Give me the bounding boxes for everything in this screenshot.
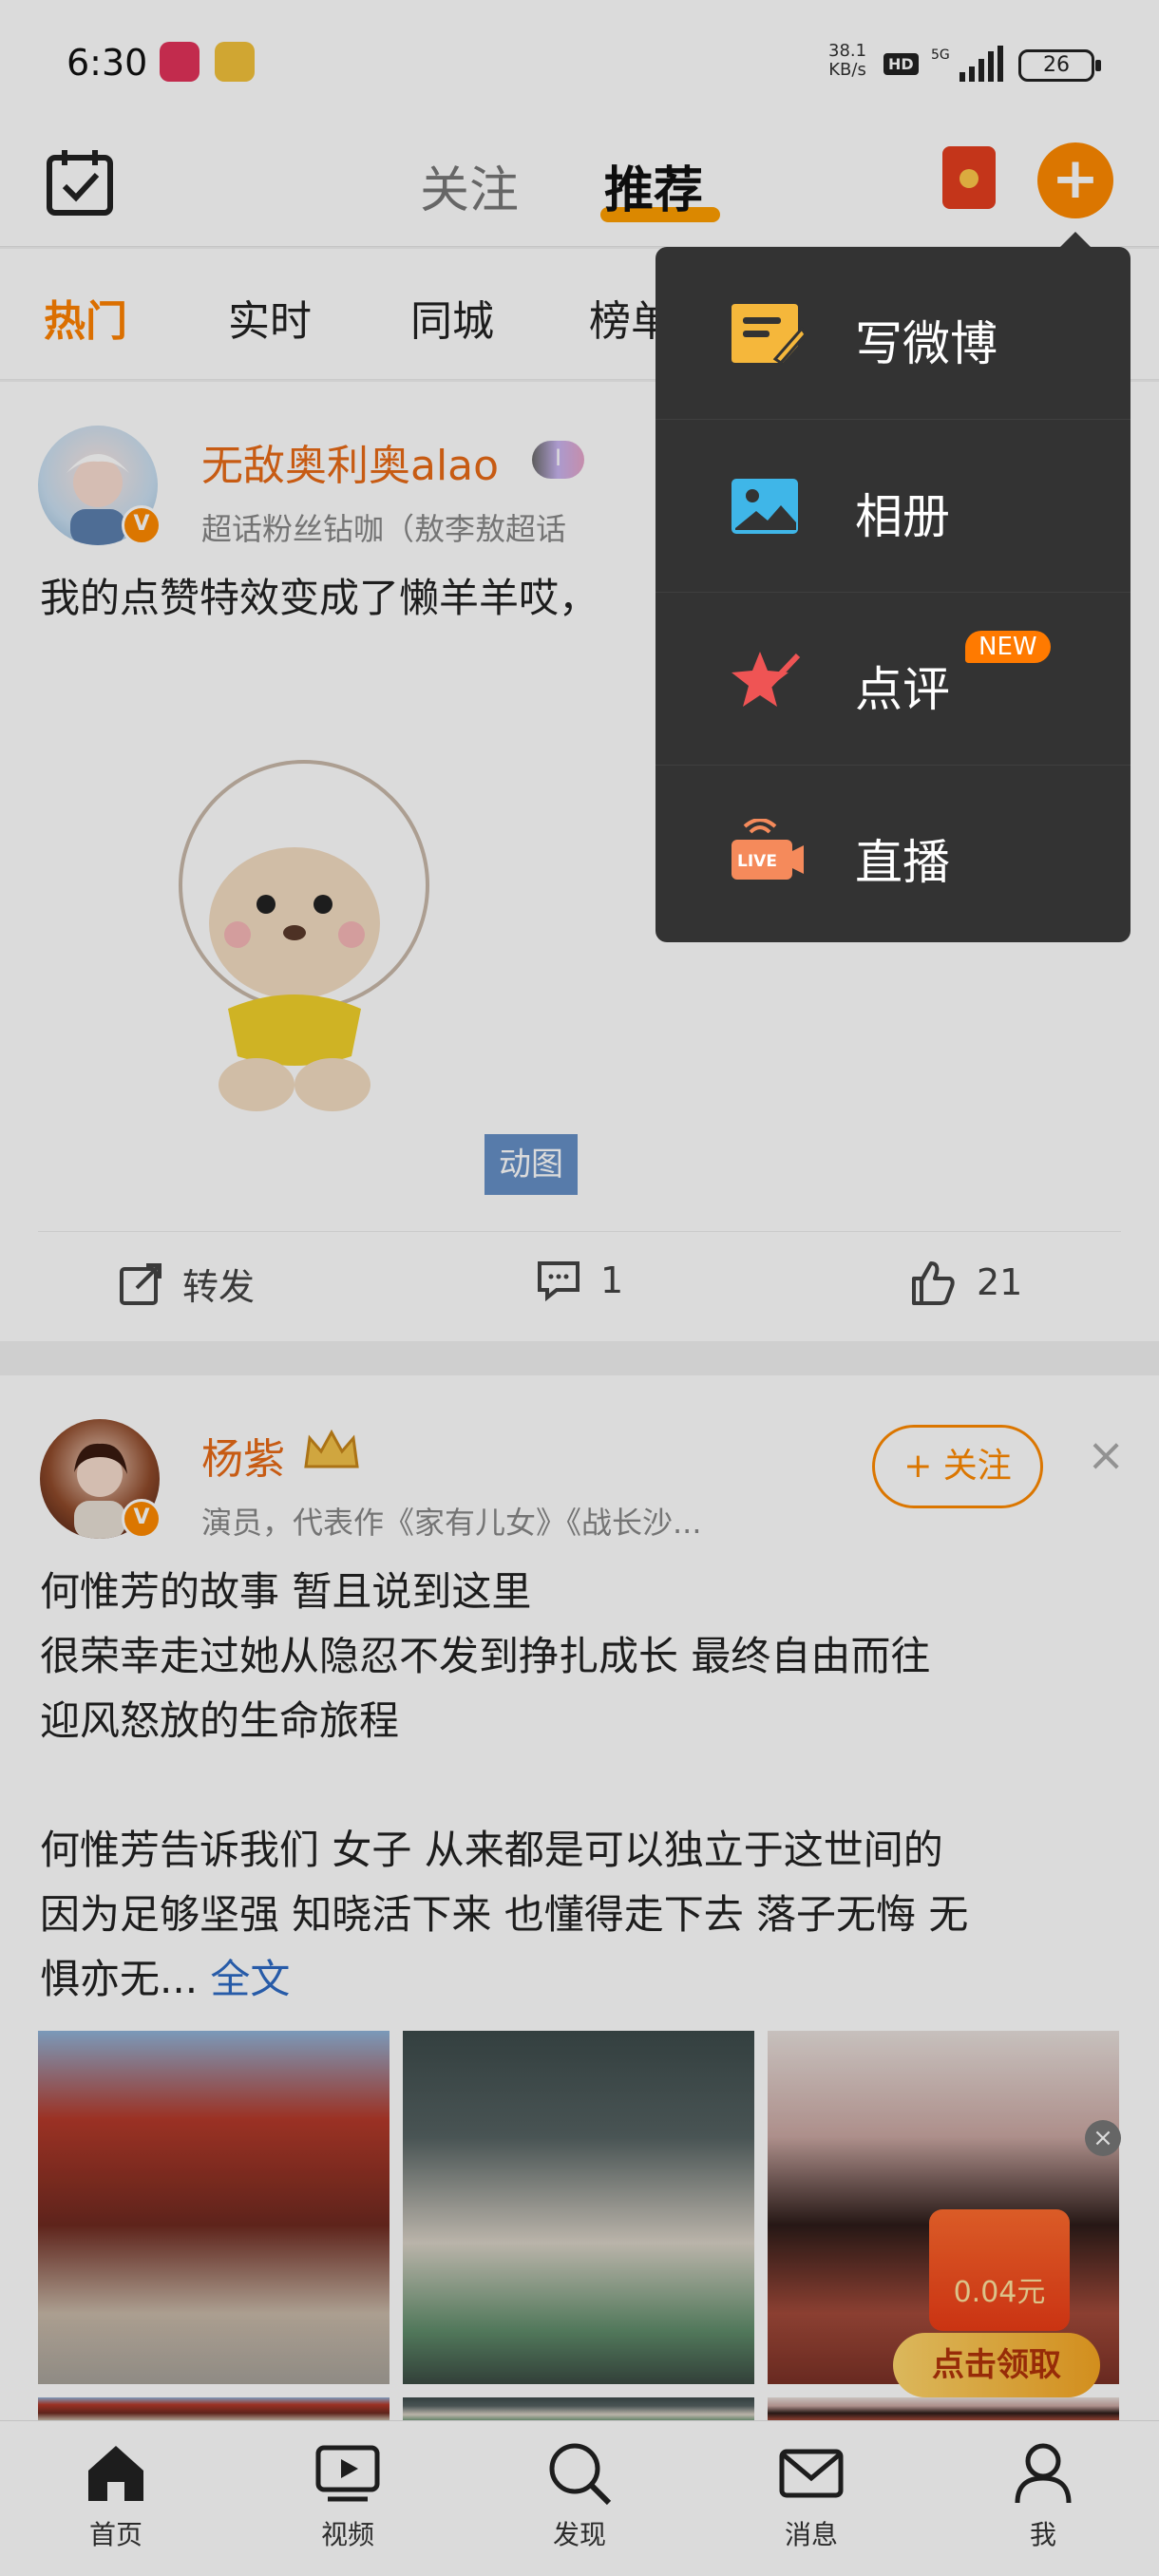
new-badge: NEW: [965, 631, 1051, 663]
review-icon: [732, 652, 801, 707]
menu-label-live: 直播: [855, 835, 950, 890]
menu-item-write-post[interactable]: 写微博: [656, 247, 1130, 420]
menu-item-review[interactable]: 点评 NEW: [656, 593, 1130, 766]
menu-label-album: 相册: [855, 489, 950, 544]
live-icon: LIVE: [732, 819, 804, 880]
menu-label-write-post: 写微博: [855, 316, 998, 371]
live-icon-text: LIVE: [737, 852, 777, 871]
menu-item-album[interactable]: 相册: [656, 420, 1130, 593]
menu-label-review: 点评: [855, 662, 950, 717]
compose-menu: 写微博 相册 点评 NEW LIVE 直播: [656, 247, 1130, 942]
write-post-icon: [732, 304, 806, 365]
menu-item-live[interactable]: LIVE 直播: [656, 766, 1130, 938]
album-icon: [732, 479, 798, 534]
